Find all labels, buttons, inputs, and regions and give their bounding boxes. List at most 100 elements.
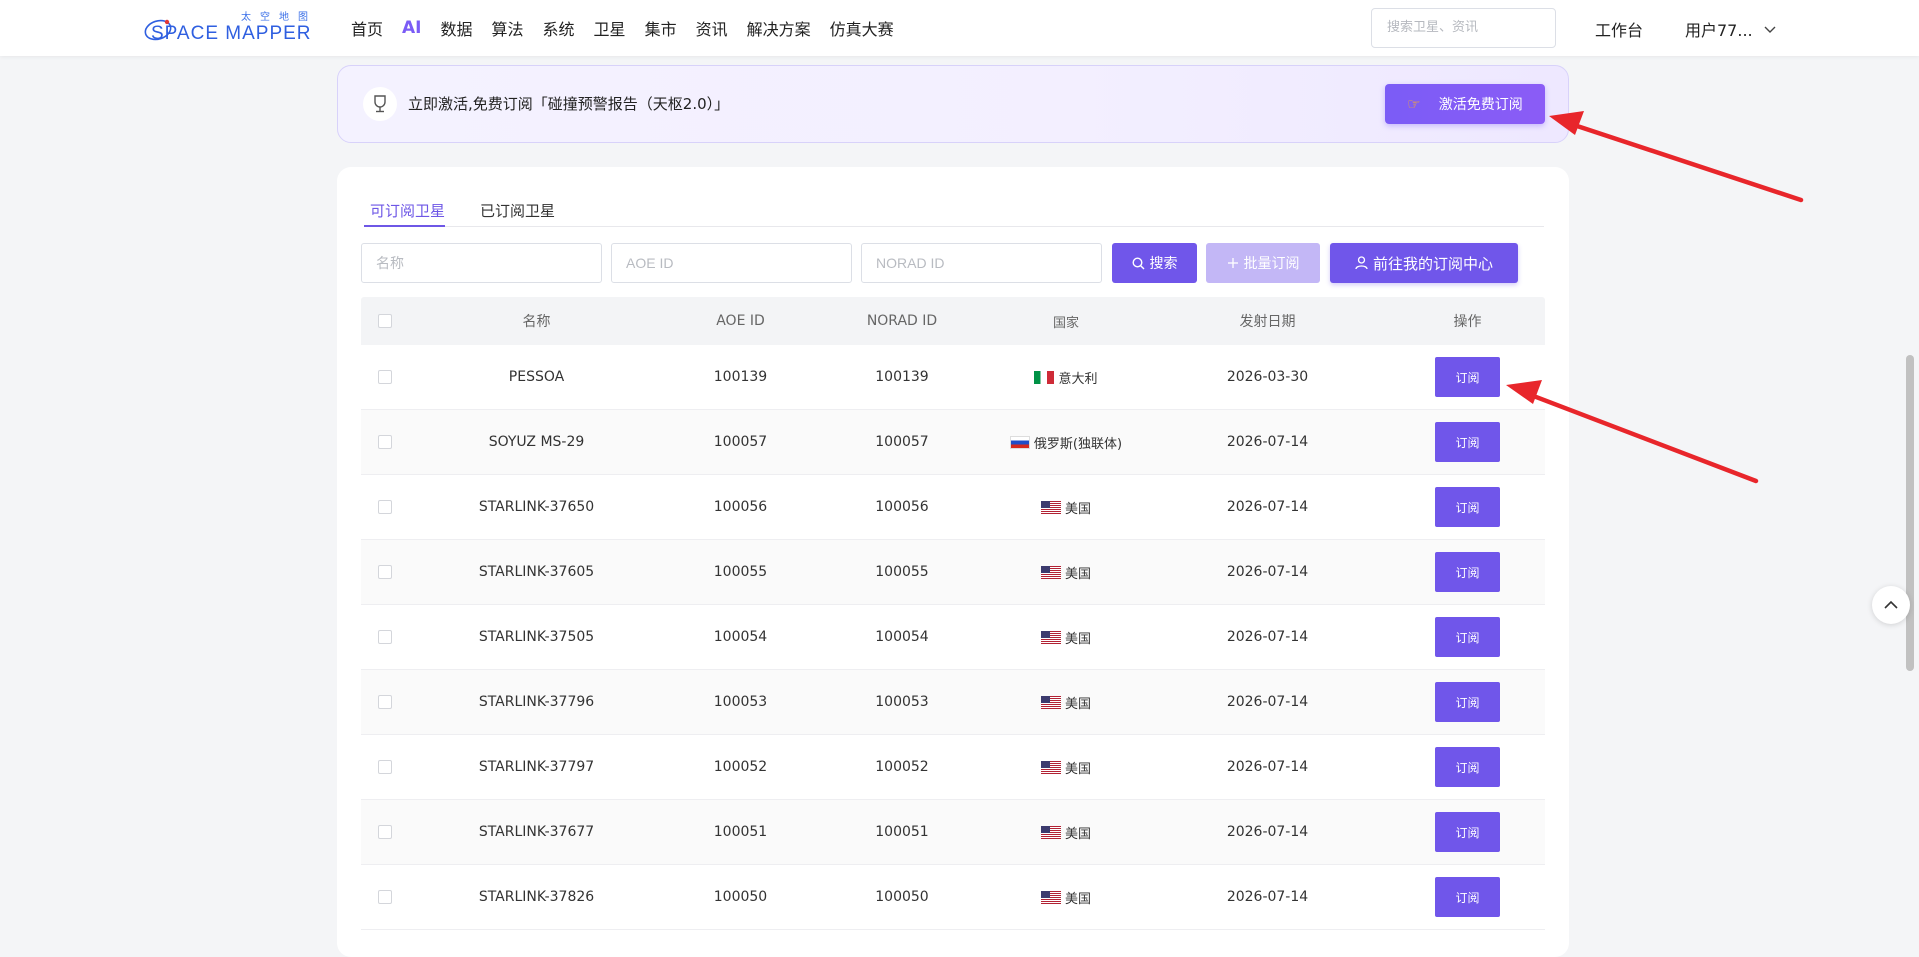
cell-action: 订阅 xyxy=(1390,422,1545,462)
promo-banner: 立即激活,免费订阅「碰撞预警报告（天枢2.0）」 ☞ 激活免费订阅 xyxy=(337,65,1569,143)
row-checkbox[interactable] xyxy=(378,500,392,514)
nav-item-news[interactable]: 资讯 xyxy=(696,16,728,40)
subscribe-button[interactable]: 订阅 xyxy=(1435,357,1500,397)
country-name: 意大利 xyxy=(1058,371,1098,387)
user-icon xyxy=(1355,256,1368,270)
row-checkbox[interactable] xyxy=(378,760,392,774)
cell-country: 美国 xyxy=(987,498,1145,517)
norad-id-filter-input[interactable] xyxy=(876,244,1087,282)
promo-cup-badge xyxy=(363,87,397,121)
column-header-name: 名称 xyxy=(522,314,551,330)
cell-country: 美国 xyxy=(987,693,1145,712)
cell-country: 美国 xyxy=(987,563,1145,582)
subscribe-button[interactable]: 订阅 xyxy=(1435,682,1500,722)
nav-item-home[interactable]: 首页 xyxy=(351,16,383,40)
aoe-id-filter-input[interactable] xyxy=(626,244,837,282)
nav-item-algorithm[interactable]: 算法 xyxy=(492,16,524,40)
tab-subscribable-satellites[interactable]: 可订阅卫星 xyxy=(370,200,445,221)
row-checkbox[interactable] xyxy=(378,370,392,384)
search-button-label: 搜索 xyxy=(1149,256,1178,272)
cell-aoe-id: 100052 xyxy=(713,759,768,775)
row-check-cell xyxy=(361,370,409,384)
cell-name: STARLINK-37826 xyxy=(478,889,595,905)
nav-item-data[interactable]: 数据 xyxy=(441,16,473,40)
cell-action: 订阅 xyxy=(1390,682,1545,722)
cell-aoe-id: 100050 xyxy=(713,889,768,905)
subscribe-button[interactable]: 订阅 xyxy=(1435,812,1500,852)
cell-launch-date: 2026-07-14 xyxy=(1226,889,1309,905)
logo[interactable]: 太空地图 SPACE MAPPER xyxy=(143,10,325,46)
country-name: 美国 xyxy=(1064,891,1091,907)
batch-subscribe-button[interactable]: 批量订阅 xyxy=(1206,243,1320,283)
subscribe-button[interactable]: 订阅 xyxy=(1435,617,1500,657)
nav-item-competition[interactable]: 仿真大赛 xyxy=(830,16,894,40)
chevron-up-icon xyxy=(1884,600,1898,609)
user-menu[interactable]: 用户77... xyxy=(1685,17,1777,41)
usa-flag-icon xyxy=(1040,760,1061,774)
select-all-checkbox[interactable] xyxy=(378,314,392,328)
russia-flag-icon xyxy=(1009,435,1030,449)
nav-item-system[interactable]: 系统 xyxy=(543,16,575,40)
usa-flag-icon xyxy=(1040,825,1061,839)
country-name: 美国 xyxy=(1064,566,1091,582)
workbench-link[interactable]: 工作台 xyxy=(1595,17,1643,41)
cell-name: STARLINK-37677 xyxy=(478,824,595,840)
table-row: STARLINK-37797 100052 100052 美国 2026-07-… xyxy=(361,735,1545,800)
logo-text-cn: 太空地图 xyxy=(241,12,317,23)
top-nav: 太空地图 SPACE MAPPER 首页 AI 数据 算法 系统 卫星 集市 资… xyxy=(0,0,1919,56)
page-scrollbar-thumb[interactable] xyxy=(1906,355,1914,671)
row-checkbox[interactable] xyxy=(378,435,392,449)
pointing-hand-icon: ☞ xyxy=(1407,95,1421,113)
row-check-cell xyxy=(361,630,409,644)
cell-action: 订阅 xyxy=(1390,487,1545,527)
table-header: 名称 AOE ID NORAD ID 国家 发射日期 操作 xyxy=(361,297,1545,345)
goto-subscription-center-button[interactable]: 前往我的订阅中心 xyxy=(1330,243,1518,283)
cell-country: 美国 xyxy=(987,628,1145,647)
aoe-id-filter xyxy=(611,243,852,283)
search-button[interactable]: 搜索 xyxy=(1112,243,1197,283)
row-checkbox[interactable] xyxy=(378,565,392,579)
activate-free-subscription-button[interactable]: ☞ 激活免费订阅 xyxy=(1385,84,1545,124)
cell-country: 俄罗斯(独联体) xyxy=(987,433,1145,452)
usa-flag-icon xyxy=(1040,500,1061,514)
row-check-cell xyxy=(361,890,409,904)
nav-item-ai[interactable]: AI xyxy=(402,18,421,38)
cell-launch-date: 2026-07-14 xyxy=(1226,629,1309,645)
table-row: SOYUZ MS-29 100057 100057 俄罗斯(独联体) 2026-… xyxy=(361,410,1545,475)
row-check-cell xyxy=(361,565,409,579)
subscribe-button[interactable]: 订阅 xyxy=(1435,422,1500,462)
nav-item-satellite[interactable]: 卫星 xyxy=(594,16,626,40)
table-row: STARLINK-37796 100053 100053 美国 2026-07-… xyxy=(361,670,1545,735)
cell-norad-id: 100052 xyxy=(875,759,929,775)
batch-subscribe-label: 批量订阅 xyxy=(1243,256,1300,272)
row-checkbox[interactable] xyxy=(378,890,392,904)
cell-action: 订阅 xyxy=(1390,877,1545,917)
row-checkbox[interactable] xyxy=(378,695,392,709)
trophy-cup-icon xyxy=(374,95,386,113)
country-name: 美国 xyxy=(1064,761,1091,777)
row-checkbox[interactable] xyxy=(378,630,392,644)
table-row: STARLINK-37826 100050 100050 美国 2026-07-… xyxy=(361,865,1545,930)
row-check-cell xyxy=(361,825,409,839)
italy-flag-icon xyxy=(1034,370,1055,384)
cell-aoe-id: 100057 xyxy=(713,434,768,450)
cell-launch-date: 2026-07-14 xyxy=(1226,434,1309,450)
row-checkbox[interactable] xyxy=(378,825,392,839)
subscribe-button[interactable]: 订阅 xyxy=(1435,487,1500,527)
name-filter-input[interactable] xyxy=(376,244,587,282)
logo-text-en: SPACE MAPPER xyxy=(151,23,312,44)
cell-name: PESSOA xyxy=(508,369,565,385)
nav-item-market[interactable]: 集市 xyxy=(645,16,677,40)
cell-name: STARLINK-37650 xyxy=(478,499,595,515)
subscribe-button[interactable]: 订阅 xyxy=(1435,552,1500,592)
column-header-country: 国家 xyxy=(1052,315,1079,331)
satellite-card: 可订阅卫星 已订阅卫星 搜索 批量订阅 前往我的订阅中心 名称 AOE ID xyxy=(337,167,1569,957)
global-search-input[interactable] xyxy=(1387,9,1540,46)
cell-aoe-id: 100051 xyxy=(713,824,768,840)
nav-item-solutions[interactable]: 解决方案 xyxy=(747,16,811,40)
subscribe-button[interactable]: 订阅 xyxy=(1435,747,1500,787)
tab-subscribed-satellites[interactable]: 已订阅卫星 xyxy=(480,200,555,221)
back-to-top-button[interactable] xyxy=(1872,586,1910,624)
cell-country: 美国 xyxy=(987,758,1145,777)
subscribe-button[interactable]: 订阅 xyxy=(1435,877,1500,917)
